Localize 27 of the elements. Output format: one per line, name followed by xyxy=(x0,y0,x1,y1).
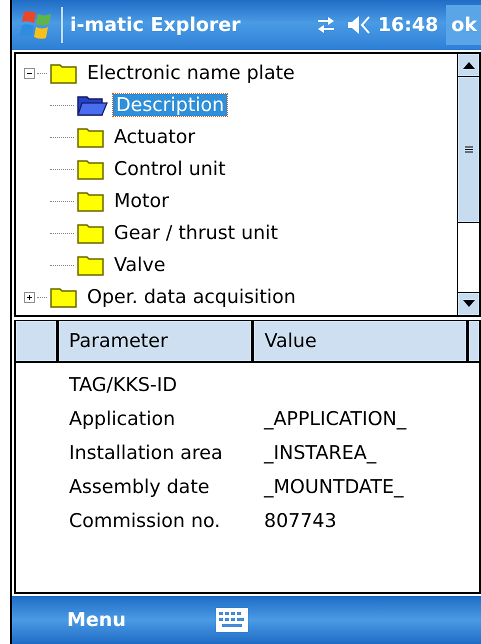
tree-item[interactable]: Electronic name plate xyxy=(84,62,298,84)
table-cell-text: Commission no. xyxy=(69,510,222,532)
table-cell: _MOUNTDATE_ xyxy=(264,476,404,498)
windows-logo-icon[interactable] xyxy=(20,8,54,42)
tree-item[interactable]: Actuator xyxy=(111,126,198,148)
grip-icon xyxy=(464,146,472,153)
table-cell-text: TAG/KKS-ID xyxy=(69,374,178,396)
tree-item[interactable]: Control unit xyxy=(111,158,229,180)
window-title: i-matic Explorer xyxy=(70,14,241,36)
table-cell: 807743 xyxy=(264,510,337,532)
tree-item[interactable]: Gear / thrust unit xyxy=(111,222,281,244)
column-header[interactable]: Parameter xyxy=(58,321,254,361)
scroll-thumb[interactable] xyxy=(458,77,479,223)
scrollbar[interactable] xyxy=(457,54,479,315)
tree-item[interactable]: Oper. data acquisition xyxy=(84,286,299,308)
table-cell-text: Assembly date xyxy=(69,476,210,498)
table-cell: _INSTAREA_ xyxy=(264,442,376,464)
speaker-icon[interactable] xyxy=(346,14,372,36)
table-cell: _APPLICATION_ xyxy=(264,408,406,430)
scroll-up-icon[interactable] xyxy=(462,61,474,69)
keyboard-icon[interactable] xyxy=(216,608,248,632)
scroll-down-icon[interactable] xyxy=(462,300,474,308)
table-cell-text: Application xyxy=(69,408,176,430)
tree-item[interactable]: Valve xyxy=(111,254,168,276)
tree-item[interactable]: Motor xyxy=(111,190,172,212)
table-cell-text: Installation area xyxy=(69,442,224,464)
column-header[interactable]: Value xyxy=(254,321,469,361)
